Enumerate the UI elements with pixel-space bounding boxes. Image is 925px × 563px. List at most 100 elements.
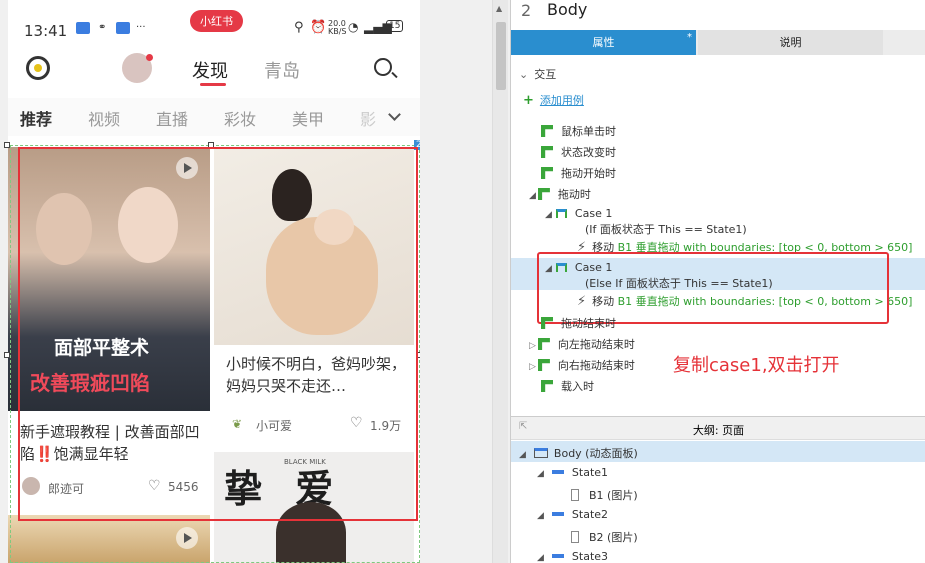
section-interaction[interactable]: ⌄ 交互	[519, 66, 556, 82]
event-row[interactable]: 拖动开始时	[541, 165, 616, 181]
outline-label: Body (动态面板)	[553, 447, 638, 460]
properties-panel: 2 Body 属性 * 说明 ⌄ 交互 + 添加用例 鼠标单击时 状态改变时 拖动开…	[510, 0, 925, 563]
canvas-scrollbar[interactable]: ▲	[492, 0, 508, 563]
outline-header: ⇱ 大纲: 页面	[511, 416, 925, 440]
outline-label: B1 (图片)	[589, 489, 638, 502]
event-label: 拖动时	[557, 188, 591, 201]
event-row[interactable]: 拖动结束时	[541, 315, 616, 331]
event-label: 状态改变时	[561, 146, 616, 159]
outline-item-b1[interactable]: B1 (图片)	[571, 487, 638, 503]
event-icon	[537, 338, 550, 350]
outline-item-state3[interactable]: ◢ State3	[537, 550, 608, 563]
expand-icon: ◢	[529, 191, 536, 201]
canvas-margin	[420, 0, 492, 563]
annotation-box-case	[537, 252, 889, 324]
expand-icon: ◢	[537, 511, 544, 521]
battery-icon: 15	[386, 20, 404, 32]
status-time: 13:41	[24, 22, 68, 40]
case-name: Case 1	[574, 207, 613, 220]
design-canvas[interactable]: 13:41 ⚭ ··· 小红书 ⚲ ⏰ 20.0 KB/S ◔ ▂▄▆ 15 发…	[0, 0, 510, 563]
event-row[interactable]: 状态改变时	[541, 144, 616, 160]
add-case-link[interactable]: + 添加用例	[523, 92, 584, 108]
event-icon	[541, 380, 553, 392]
bell-icon: ⚲	[294, 20, 304, 35]
app-icon	[116, 22, 130, 34]
link-icon: ⚭	[98, 22, 107, 33]
outline-item-state1[interactable]: ◢ State1	[537, 466, 608, 479]
scroll-up-icon[interactable]: ▲	[496, 4, 502, 13]
outline-label: State1	[571, 466, 609, 479]
header-number: 2	[521, 1, 532, 20]
tab-notes[interactable]: 说明	[698, 30, 883, 55]
tab-city[interactable]: 青岛	[264, 57, 300, 83]
state-icon	[551, 554, 564, 558]
outline-label: State3	[571, 550, 609, 563]
event-label: 向右拖动结束时	[557, 359, 635, 372]
status-bar: 13:41 ⚭ ··· 小红书 ⚲ ⏰ 20.0 KB/S ◔ ▂▄▆ 15	[8, 0, 420, 44]
outline-item-b2[interactable]: B2 (图片)	[571, 529, 638, 545]
avatar[interactable]	[122, 53, 153, 83]
expand-icon: ◢	[519, 450, 526, 460]
category-live[interactable]: 直播	[156, 106, 188, 130]
category-film[interactable]: 影	[360, 106, 376, 130]
resize-handle[interactable]	[4, 142, 10, 148]
event-icon	[541, 317, 553, 329]
resize-handle[interactable]	[4, 352, 10, 358]
tab-properties[interactable]: 属性	[511, 30, 696, 55]
top-nav: 发现 青岛	[8, 50, 420, 90]
event-icon	[537, 359, 550, 371]
tab-discover[interactable]: 发现	[192, 57, 228, 83]
category-bar: 推荐 视频 直播 彩妆 美甲 影	[8, 98, 420, 136]
event-row[interactable]: 鼠标单击时	[541, 123, 616, 139]
app-pill: 小红书	[190, 10, 243, 32]
event-row[interactable]: 载入时	[541, 378, 594, 394]
event-icon	[541, 167, 553, 179]
event-row[interactable]: ▷ 向右拖动结束时	[529, 357, 635, 373]
expand-icon: ◢	[537, 469, 544, 479]
chevron-down-icon[interactable]	[388, 108, 401, 121]
dynamic-panel-icon	[533, 448, 548, 458]
event-icon	[541, 146, 553, 158]
section-label: 交互	[534, 68, 557, 81]
expand-icon: ◢	[537, 553, 544, 563]
alarm-icon: ⏰	[310, 20, 327, 35]
state-icon	[551, 512, 564, 516]
panel-header: 2 Body	[511, 0, 925, 28]
event-label: 载入时	[561, 380, 594, 393]
category-video[interactable]: 视频	[88, 106, 120, 130]
event-icon	[537, 188, 550, 200]
tab-underline	[200, 83, 226, 86]
chevron-down-icon: ⌄	[519, 68, 529, 81]
event-label: 拖动结束时	[561, 317, 616, 330]
event-icon	[541, 125, 553, 137]
tab-properties-label: 属性	[592, 36, 615, 49]
plus-icon: +	[523, 93, 534, 108]
outline-label: B2 (图片)	[589, 531, 638, 544]
event-row-drag[interactable]: ◢ 拖动时	[529, 186, 591, 202]
image-icon	[571, 531, 579, 543]
case-condition-1: (If 面板状态于 This == State1)	[585, 223, 747, 236]
event-label: 拖动开始时	[561, 167, 616, 180]
camera-icon[interactable]	[26, 56, 50, 80]
case-row-1[interactable]: ◢ Case 1	[545, 207, 612, 220]
annotation-text: 复制case1,双击打开	[673, 355, 840, 376]
category-recommend[interactable]: 推荐	[20, 106, 52, 130]
collapse-icon: ▷	[529, 341, 536, 351]
msg-icon	[76, 22, 90, 34]
tab-empty	[885, 30, 925, 55]
search-icon[interactable]	[374, 58, 398, 79]
event-row[interactable]: ▷ 向左拖动结束时	[529, 336, 635, 352]
category-makeup[interactable]: 彩妆	[224, 106, 256, 130]
outline-item-state2[interactable]: ◢ State2	[537, 508, 608, 521]
outline-item-body[interactable]: ◢ Body (动态面板)	[519, 445, 638, 461]
wifi-icon: ◔	[348, 20, 359, 34]
expand-icon: ◢	[545, 210, 552, 220]
event-label: 向左拖动结束时	[557, 338, 635, 351]
collapse-icon: ▷	[529, 362, 536, 372]
scrollbar-thumb[interactable]	[496, 22, 506, 90]
image-icon	[571, 489, 579, 501]
more-icon: ···	[136, 22, 146, 33]
category-nails[interactable]: 美甲	[292, 106, 324, 130]
state-icon	[551, 470, 564, 474]
panel-tabs: 属性 * 说明	[511, 30, 925, 55]
